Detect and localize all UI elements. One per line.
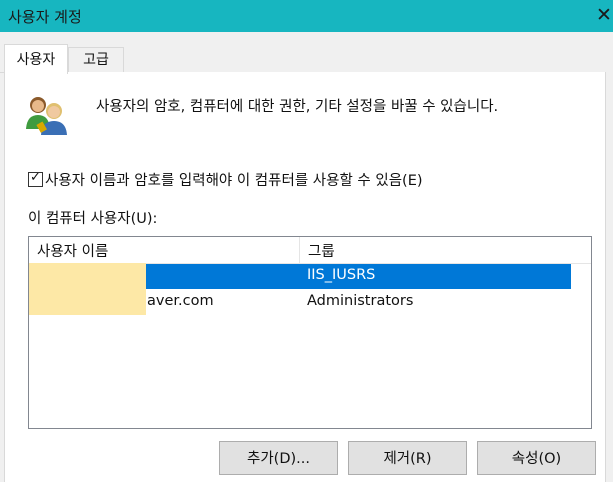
remove-button[interactable]: 제거(R)	[348, 441, 467, 475]
row-group: IIS_IUSRS	[307, 267, 376, 283]
redaction-overlay	[29, 263, 146, 315]
users-icon	[26, 97, 67, 135]
window-title: 사용자 계정	[8, 8, 82, 26]
row-group: Administrators	[307, 293, 414, 309]
column-separator[interactable]	[299, 237, 300, 263]
close-icon[interactable]: ✕	[596, 4, 612, 26]
tab-users[interactable]: 사용자	[4, 44, 68, 74]
require-password-checkbox[interactable]: ✓	[28, 170, 43, 187]
users-list-label: 이 컴퓨터 사용자(U):	[28, 211, 158, 227]
row-username: aver.com	[147, 293, 214, 309]
require-password-label[interactable]: 사용자 이름과 암호를 입력해야 이 컴퓨터를 사용할 수 있음(E)	[45, 169, 423, 190]
checkmark-icon: ✓	[30, 170, 41, 185]
column-header-group[interactable]: 그룹	[308, 240, 335, 261]
add-button[interactable]: 추가(D)...	[219, 441, 338, 475]
column-header-username[interactable]: 사용자 이름	[37, 240, 108, 261]
tab-advanced[interactable]: 고급	[68, 47, 124, 73]
properties-button[interactable]: 속성(O)	[477, 441, 596, 475]
title-bar: 사용자 계정 ✕	[0, 0, 613, 32]
description-text: 사용자의 암호, 컴퓨터에 대한 권한, 기타 설정을 바꿀 수 있습니다.	[96, 99, 499, 115]
listview-header: 사용자 이름 그룹	[29, 237, 591, 264]
